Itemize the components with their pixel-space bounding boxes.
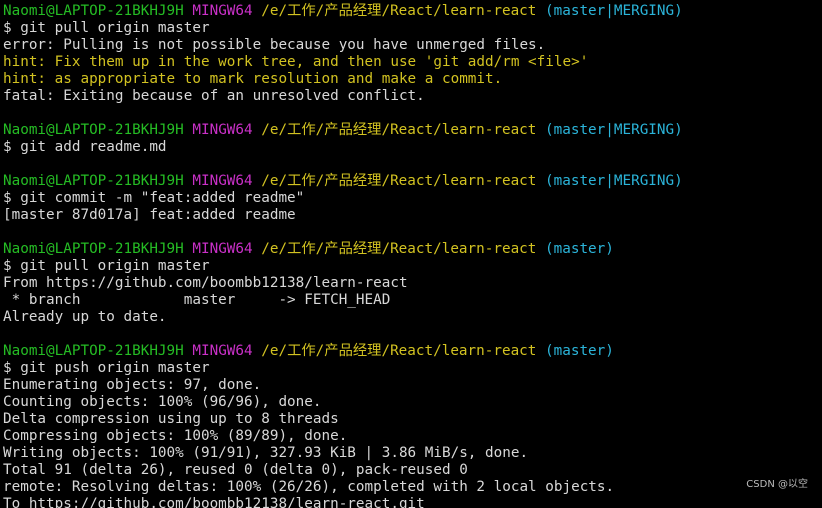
prompt-env: MINGW64: [192, 173, 253, 189]
prompt-user-host: Naomi@LAPTOP-21BKHJ9H: [3, 122, 184, 138]
prompt-branch-status: (master|MERGING): [545, 173, 683, 189]
prompt-path: /e/工作/产品经理/React/learn-react: [261, 173, 537, 189]
terminal-window[interactable]: Naomi@LAPTOP-21BKHJ9H MINGW64 /e/工作/产品经理…: [3, 3, 822, 508]
prompt-line: Naomi@LAPTOP-21BKHJ9H MINGW64 /e/工作/产品经理…: [3, 122, 822, 139]
command-line: $ git add readme.md: [3, 139, 167, 155]
prompt-line: Naomi@LAPTOP-21BKHJ9H MINGW64 /e/工作/产品经理…: [3, 343, 822, 360]
prompt-user-host: Naomi@LAPTOP-21BKHJ9H: [3, 3, 184, 19]
output-line: error: Pulling is not possible because y…: [3, 37, 546, 53]
output-line: Already up to date.: [3, 309, 167, 325]
output-line: * branch master -> FETCH_HEAD: [3, 292, 391, 308]
prompt-path: /e/工作/产品经理/React/learn-react: [261, 343, 537, 359]
prompt-branch-status: (master): [545, 343, 614, 359]
hint-line: hint: Fix them up in the work tree, and …: [3, 54, 589, 70]
prompt-branch-status: (master|MERGING): [545, 122, 683, 138]
output-line: Enumerating objects: 97, done.: [3, 377, 262, 393]
output-line: [master 87d017a] feat:added readme: [3, 207, 296, 223]
hint-line: hint: as appropriate to mark resolution …: [3, 71, 503, 87]
prompt-line: Naomi@LAPTOP-21BKHJ9H MINGW64 /e/工作/产品经理…: [3, 3, 822, 20]
output-line: Compressing objects: 100% (89/89), done.: [3, 428, 348, 444]
prompt-path: /e/工作/产品经理/React/learn-react: [261, 3, 537, 19]
prompt-line: Naomi@LAPTOP-21BKHJ9H MINGW64 /e/工作/产品经理…: [3, 241, 822, 258]
command-line: $ git pull origin master: [3, 258, 210, 274]
output-line: Writing objects: 100% (91/91), 327.93 Ki…: [3, 445, 529, 461]
csdn-watermark: CSDN @以空: [746, 479, 808, 490]
prompt-user-host: Naomi@LAPTOP-21BKHJ9H: [3, 343, 184, 359]
prompt-branch-status: (master|MERGING): [545, 3, 683, 19]
output-line: Delta compression using up to 8 threads: [3, 411, 339, 427]
prompt-line: Naomi@LAPTOP-21BKHJ9H MINGW64 /e/工作/产品经理…: [3, 173, 822, 190]
prompt-branch-status: (master): [545, 241, 614, 257]
prompt-env: MINGW64: [192, 241, 253, 257]
output-line: fatal: Exiting because of an unresolved …: [3, 88, 425, 104]
prompt-path: /e/工作/产品经理/React/learn-react: [261, 122, 537, 138]
command-line: $ git push origin master: [3, 360, 210, 376]
command-line: $ git commit -m "feat:added readme": [3, 190, 305, 206]
output-line: Counting objects: 100% (96/96), done.: [3, 394, 322, 410]
prompt-user-host: Naomi@LAPTOP-21BKHJ9H: [3, 241, 184, 257]
output-line: remote: Resolving deltas: 100% (26/26), …: [3, 479, 615, 495]
prompt-env: MINGW64: [192, 122, 253, 138]
output-line: From https://github.com/boombb12138/lear…: [3, 275, 408, 291]
output-line-partially-visible: To https://github.com/boombb12138/learn-…: [3, 496, 425, 508]
prompt-path: /e/工作/产品经理/React/learn-react: [261, 241, 537, 257]
command-line: $ git pull origin master: [3, 20, 210, 36]
prompt-env: MINGW64: [192, 343, 253, 359]
prompt-user-host: Naomi@LAPTOP-21BKHJ9H: [3, 173, 184, 189]
prompt-env: MINGW64: [192, 3, 253, 19]
output-line: Total 91 (delta 26), reused 0 (delta 0),…: [3, 462, 468, 478]
